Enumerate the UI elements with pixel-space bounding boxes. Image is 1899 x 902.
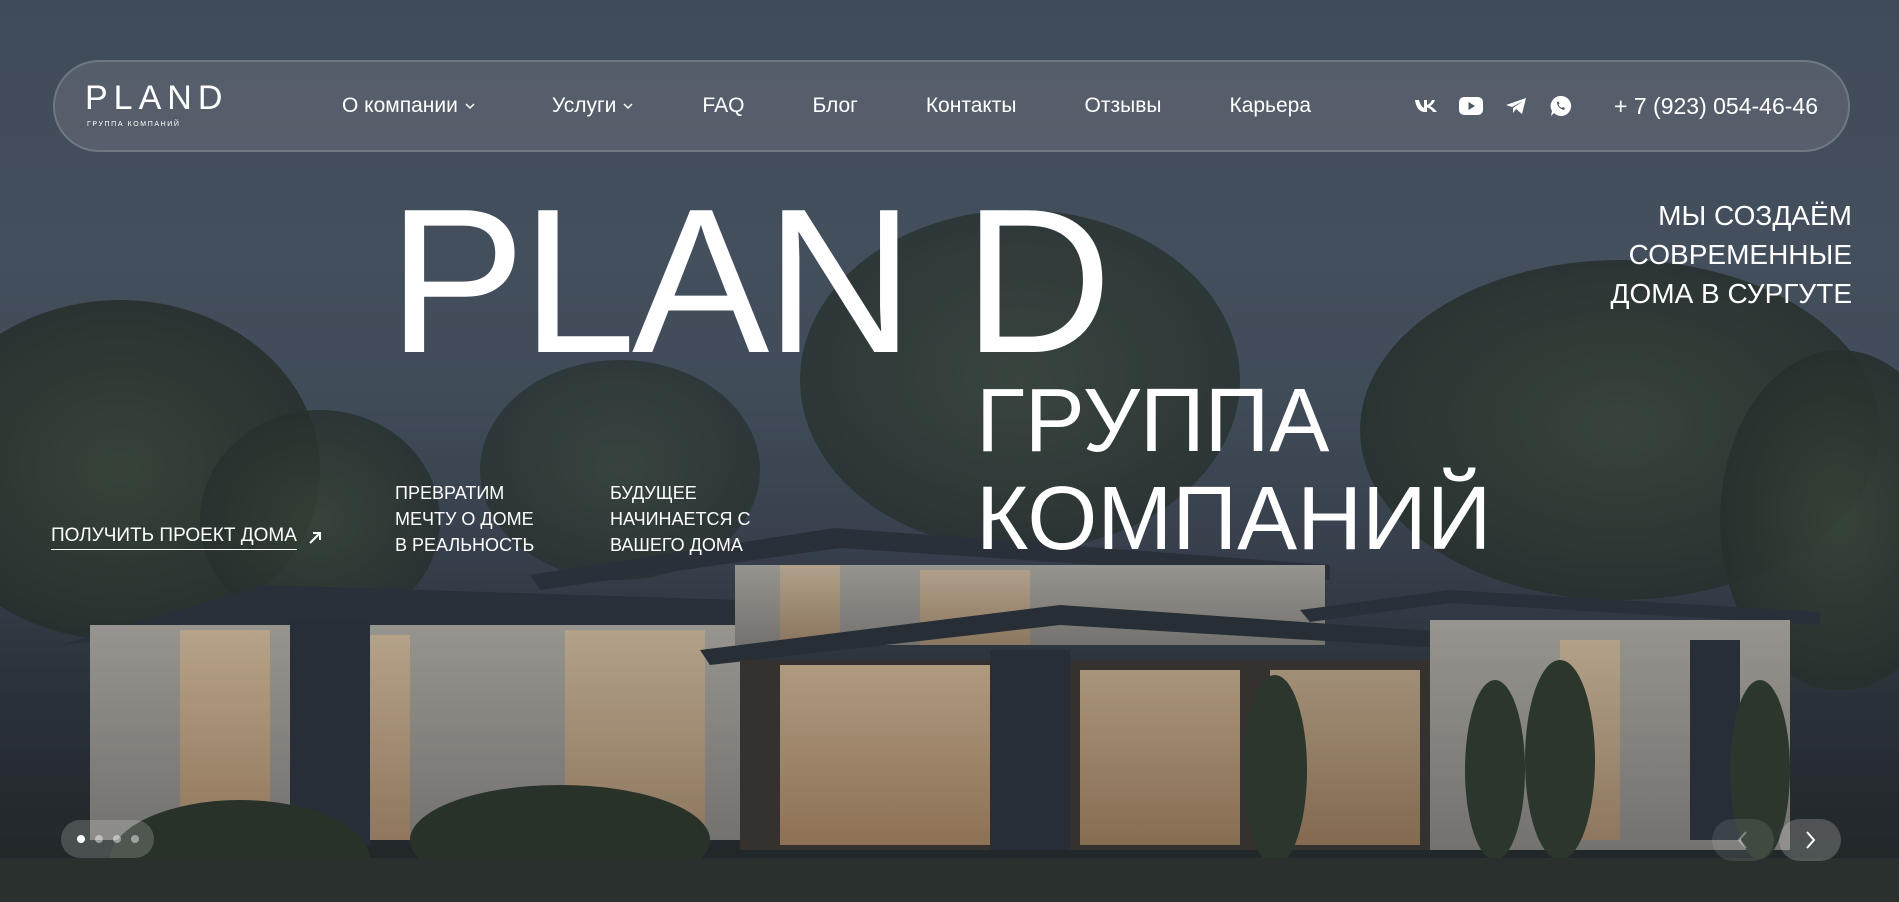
hero-tagline-line: МЫ СОЗДАЁМ xyxy=(1658,200,1852,231)
slider-next-button[interactable] xyxy=(1779,819,1841,861)
chevron-down-icon xyxy=(623,103,633,110)
slider-prev-button[interactable] xyxy=(1712,819,1774,861)
telegram-icon[interactable] xyxy=(1502,92,1530,120)
phone-link[interactable]: + 7 (923) 054-46-46 xyxy=(1614,62,1818,150)
social-links xyxy=(1412,62,1592,150)
youtube-icon[interactable] xyxy=(1457,92,1485,120)
nav-item-label: Услуги xyxy=(551,94,617,117)
nav-item-faq[interactable]: FAQ xyxy=(702,94,744,118)
nav-item-services[interactable]: Услуги xyxy=(552,94,635,118)
hero-subtitle-line: КОМПАНИЙ xyxy=(976,469,1492,569)
nav-item-contacts[interactable]: Контакты xyxy=(926,94,1017,118)
blurb-line: ВАШЕГО ДОМА xyxy=(610,535,743,555)
slider-dot[interactable] xyxy=(94,835,103,843)
nav-item-blog[interactable]: Блог xyxy=(812,94,857,118)
chevron-left-icon xyxy=(1737,831,1747,849)
nav-item-reviews[interactable]: Отзывы xyxy=(1085,94,1162,118)
slider-dot[interactable] xyxy=(130,835,139,843)
nav-item-about[interactable]: О компании xyxy=(342,94,476,118)
hero-blurb-dream: ПРЕВРАТИМ МЕЧТУ О ДОМЕ В РЕАЛЬНОСТЬ xyxy=(395,480,534,558)
hero-title: PLAN D xyxy=(388,166,1112,396)
chevron-right-icon xyxy=(1806,831,1816,849)
blurb-line: БУДУЩЕЕ xyxy=(610,483,697,503)
main-navigation: PLAND ГРУППА КОМПАНИЙ О компании Услуги … xyxy=(53,60,1850,152)
slider-dot[interactable] xyxy=(76,835,85,843)
hero-tagline-line: СОВРЕМЕННЫЕ xyxy=(1628,239,1852,270)
blurb-line: ПРЕВРАТИМ xyxy=(395,483,505,503)
nav-links: О компании Услуги FAQ Блог Контакты Отзы… xyxy=(342,62,1379,150)
blurb-line: МЕЧТУ О ДОМЕ xyxy=(395,509,534,529)
blurb-line: В РЕАЛЬНОСТЬ xyxy=(395,535,535,555)
slider-dot[interactable] xyxy=(112,835,121,843)
whatsapp-icon[interactable] xyxy=(1547,92,1575,120)
get-project-label: ПОЛУЧИТЬ ПРОЕКТ ДОМА xyxy=(51,525,297,550)
hero-section: PLAND ГРУППА КОМПАНИЙ О компании Услуги … xyxy=(0,0,1899,902)
vk-icon[interactable] xyxy=(1412,92,1440,120)
hero-subtitle: ГРУППА КОМПАНИЙ xyxy=(976,372,1491,568)
nav-item-label: О компании xyxy=(342,94,458,117)
hero-tagline: МЫ СОЗДАЁМ СОВРЕМЕННЫЕ ДОМА В СУРГУТЕ xyxy=(1611,196,1852,313)
nav-item-career[interactable]: Карьера xyxy=(1229,94,1311,118)
arrow-up-right-icon xyxy=(309,531,321,544)
hero-subtitle-line: ГРУППА xyxy=(976,371,1330,471)
get-project-link[interactable]: ПОЛУЧИТЬ ПРОЕКТ ДОМА xyxy=(51,525,323,550)
chevron-down-icon xyxy=(465,103,475,110)
blurb-line: НАЧИНАЕТСЯ С xyxy=(610,509,751,529)
logo-subtitle: ГРУППА КОМПАНИЙ xyxy=(87,121,181,128)
hero-tagline-line: ДОМА В СУРГУТЕ xyxy=(1610,278,1852,309)
logo-text: PLAND xyxy=(85,79,229,117)
slider-pagination xyxy=(61,820,154,858)
hero-blurb-future: БУДУЩЕЕ НАЧИНАЕТСЯ С ВАШЕГО ДОМА xyxy=(610,480,751,558)
logo[interactable]: PLAND ГРУППА КОМПАНИЙ xyxy=(85,75,235,139)
